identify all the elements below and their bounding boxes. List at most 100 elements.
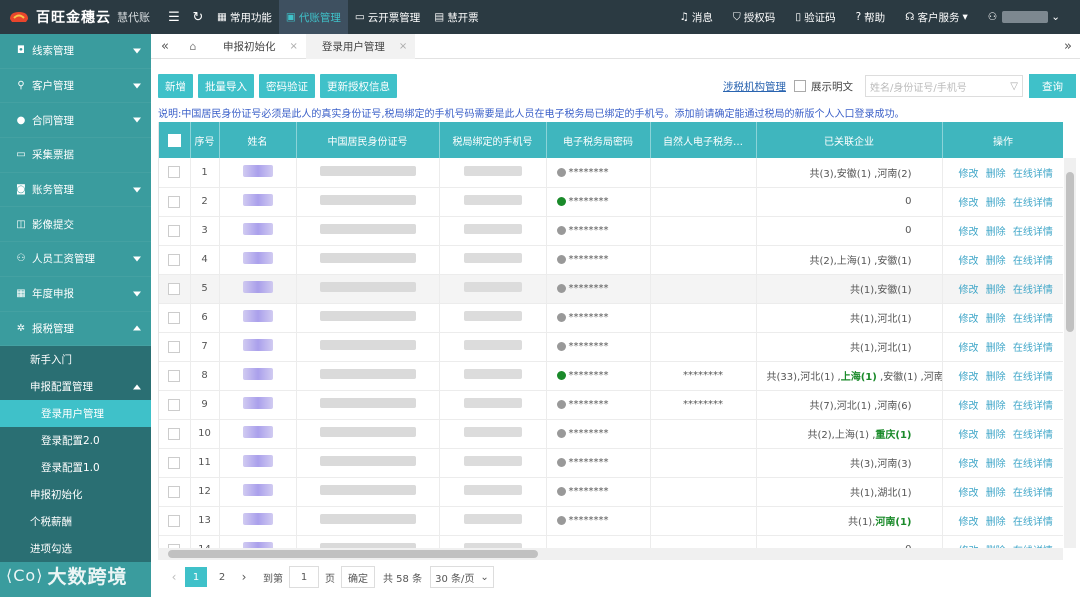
menu-toggle-icon[interactable]: ☰ [162, 0, 186, 34]
table-row[interactable]: 4 ******** 共(2),上海(1) ,安徽(1) 修改 删除 在线详情 [159, 245, 1063, 275]
delete-link[interactable]: 删除 [986, 430, 1006, 441]
sidebar-item-annual-filing[interactable]: ▦ 年度申报 [0, 277, 151, 312]
page-1[interactable]: 1 [185, 567, 207, 587]
sidebar-sub-login-cfg1[interactable]: 登录配置1.0 [0, 454, 151, 481]
edit-link[interactable]: 修改 [959, 430, 979, 441]
row-checkbox[interactable] [159, 303, 191, 333]
sidebar-sub-init[interactable]: 申报初始化 [0, 481, 151, 508]
online-detail-link[interactable]: 在线详情 [1013, 314, 1053, 325]
table-row[interactable]: 9 ******** ******** 共(7),河北(1) ,河南(6) 修改… [159, 390, 1063, 420]
sidebar-sub-inout[interactable]: 进项勾选 [0, 535, 151, 562]
delete-link[interactable]: 删除 [986, 343, 1006, 354]
topnav-common[interactable]: ▦ 常用功能 [210, 0, 279, 34]
row-checkbox[interactable] [159, 187, 191, 217]
auth-code-button[interactable]: ⛉ 授权码 [723, 10, 785, 25]
edit-link[interactable]: 修改 [959, 198, 979, 209]
edit-link[interactable]: 修改 [959, 169, 979, 180]
row-checkbox[interactable] [159, 216, 191, 246]
online-detail-link[interactable]: 在线详情 [1013, 517, 1053, 528]
table-row[interactable]: 6 ******** 共(1),河北(1) 修改 删除 在线详情 [159, 303, 1063, 333]
online-detail-link[interactable]: 在线详情 [1013, 401, 1053, 412]
delete-link[interactable]: 删除 [986, 372, 1006, 383]
topnav-accounting[interactable]: ▣ 代账管理 [278, 0, 348, 34]
row-checkbox[interactable] [159, 361, 191, 391]
tab-login-user[interactable]: 登录用户管理 × [305, 33, 416, 59]
table-row[interactable]: 11 ******** 共(3),河南(3) 修改 删除 在线详情 [159, 448, 1063, 478]
online-detail-link[interactable]: 在线详情 [1013, 169, 1053, 180]
row-checkbox[interactable] [159, 535, 191, 548]
edit-link[interactable]: 修改 [959, 314, 979, 325]
sidebar-item-customers[interactable]: ⚲ 客户管理 [0, 69, 151, 104]
edit-link[interactable]: 修改 [959, 285, 979, 296]
online-detail-link[interactable]: 在线详情 [1013, 372, 1053, 383]
table-row[interactable]: 8 ******** ******** 共(33),河北(1) ,上海(1) ,… [159, 361, 1063, 391]
table-row[interactable]: 2 ******** 0 修改 删除 在线详情 [159, 187, 1063, 217]
edit-link[interactable]: 修改 [959, 227, 979, 238]
goto-input[interactable]: 1 [289, 566, 319, 588]
online-detail-link[interactable]: 在线详情 [1013, 459, 1053, 470]
sidebar-item-leads[interactable]: ◘ 线索管理 [0, 34, 151, 69]
online-detail-link[interactable]: 在线详情 [1013, 285, 1053, 296]
sidebar-item-payroll[interactable]: ⚇ 人员工资管理 [0, 242, 151, 277]
sidebar-item-tax-filing[interactable]: ✲ 报税管理 [0, 312, 151, 347]
sidebar-item-image-submit[interactable]: ◫ 影像提交 [0, 207, 151, 243]
edit-link[interactable]: 修改 [959, 401, 979, 412]
topnav-cloud-invoice[interactable]: ▭ 云开票管理 [348, 0, 427, 34]
table-row[interactable]: 13 ******** 共(1),河南(1) 修改 删除 在线详情 [159, 506, 1063, 536]
table-row[interactable]: 12 ******** 共(1),湖北(1) 修改 删除 在线详情 [159, 477, 1063, 507]
close-icon[interactable]: × [399, 41, 407, 52]
refresh-icon[interactable]: ↻ [186, 0, 210, 34]
delete-link[interactable]: 删除 [986, 459, 1006, 470]
sidebar-sub-newbie[interactable]: 新手入门 [0, 346, 151, 373]
delete-link[interactable]: 删除 [986, 256, 1006, 267]
delete-link[interactable]: 删除 [986, 314, 1006, 325]
sidebar-item-contracts[interactable]: ● 合同管理 [0, 103, 151, 139]
table-row[interactable]: 3 ******** 0 修改 删除 在线详情 [159, 216, 1063, 246]
messages-button[interactable]: ♫ 消息 [670, 10, 723, 25]
online-detail-link[interactable]: 在线详情 [1013, 430, 1053, 441]
scroll-thumb[interactable] [168, 550, 538, 558]
online-detail-link[interactable]: 在线详情 [1013, 256, 1053, 267]
delete-link[interactable]: 删除 [986, 401, 1006, 412]
next-page-icon[interactable]: › [235, 570, 253, 584]
row-checkbox[interactable] [159, 477, 191, 507]
close-icon[interactable]: × [290, 41, 298, 52]
double-chevron-right-icon[interactable]: » [1056, 39, 1080, 54]
delete-link[interactable]: 删除 [986, 169, 1006, 180]
page-2[interactable]: 2 [211, 567, 233, 587]
online-detail-link[interactable]: 在线详情 [1013, 488, 1053, 499]
query-button[interactable]: 查询 [1029, 74, 1076, 98]
confirm-button[interactable]: 确定 [341, 566, 375, 588]
table-row[interactable]: 14 0 修改 删除 在线详情 [159, 535, 1063, 548]
topnav-smart-invoice[interactable]: ▤ 慧开票 [427, 0, 485, 34]
row-checkbox[interactable] [159, 158, 191, 188]
user-menu[interactable]: ⚇ ⌄ [978, 11, 1070, 23]
vertical-scrollbar[interactable] [1064, 158, 1076, 548]
delete-link[interactable]: 删除 [986, 198, 1006, 209]
batch-import-button[interactable]: 批量导入 [198, 74, 254, 98]
row-checkbox[interactable] [159, 419, 191, 449]
tax-org-link[interactable]: 涉税机构管理 [723, 79, 786, 94]
sidebar-sub-login-cfg2[interactable]: 登录配置2.0 [0, 427, 151, 454]
row-checkbox[interactable] [159, 332, 191, 362]
row-checkbox[interactable] [159, 245, 191, 275]
row-checkbox[interactable] [159, 506, 191, 536]
online-detail-link[interactable]: 在线详情 [1013, 198, 1053, 209]
online-detail-link[interactable]: 在线详情 [1013, 227, 1053, 238]
scroll-thumb[interactable] [1066, 172, 1074, 332]
delete-link[interactable]: 删除 [986, 488, 1006, 499]
show-plain-checkbox[interactable] [794, 80, 806, 92]
sidebar-sub-login-user[interactable]: 登录用户管理 [0, 400, 151, 428]
double-chevron-left-icon[interactable]: « [151, 34, 179, 59]
delete-link[interactable]: 删除 [986, 285, 1006, 296]
home-icon[interactable]: ⌂ [179, 34, 207, 59]
sidebar-item-accounting[interactable]: ◙ 账务管理 [0, 173, 151, 208]
table-row[interactable]: 5 ******** 共(1),安徽(1) 修改 删除 在线详情 [159, 274, 1063, 304]
delete-link[interactable]: 删除 [986, 517, 1006, 528]
table-row[interactable]: 1 ******** 共(3),安徽(1) ,河南(2) 修改 删除 在线详情 [159, 158, 1063, 188]
page-size-select[interactable]: 30 条/页 ⌄ [430, 566, 494, 588]
tab-report-init[interactable]: 申报初始化 × [207, 34, 306, 59]
edit-link[interactable]: 修改 [959, 256, 979, 267]
edit-link[interactable]: 修改 [959, 517, 979, 528]
select-all-checkbox[interactable] [159, 122, 191, 158]
